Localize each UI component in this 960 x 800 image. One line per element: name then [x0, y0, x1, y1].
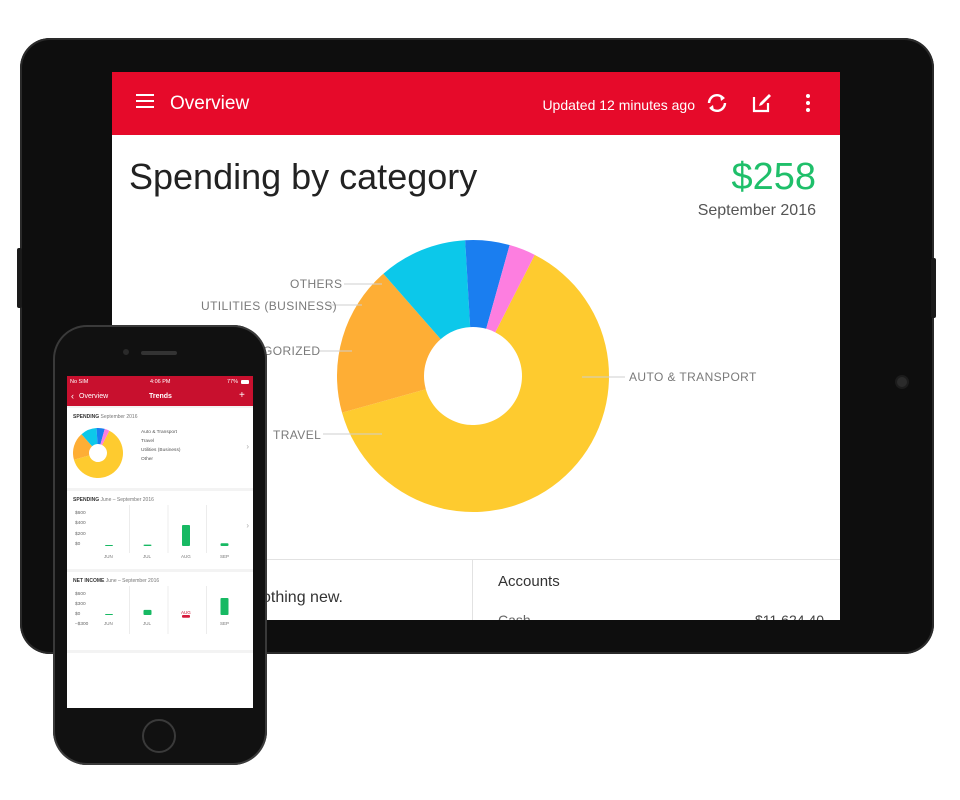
label-others: OTHERS — [290, 277, 343, 291]
phone-speaker — [141, 351, 177, 355]
bar-jun — [105, 614, 113, 615]
clock: 4:06 PM — [150, 379, 171, 385]
tablet-side-button — [931, 258, 936, 318]
legend-item: Utilities (Business) — [141, 448, 181, 453]
phone-camera — [123, 349, 129, 355]
spending-card[interactable]: SPENDING September 2016 Auto & Transport… — [67, 408, 253, 488]
home-button[interactable] — [142, 719, 176, 753]
tablet-camera — [897, 377, 907, 387]
accounts-title[interactable]: Accounts — [498, 573, 560, 590]
battery-icon — [241, 379, 249, 384]
spending-card-title: SPENDING September 2016 — [73, 414, 138, 420]
x-tick: AUG — [181, 610, 191, 615]
label-uncategorized: GORIZED — [263, 344, 321, 358]
label-auto-transport: AUTO & TRANSPORT — [629, 370, 757, 384]
column-divider — [472, 559, 473, 620]
chevron-right-icon: › — [246, 442, 249, 451]
battery-level: 77% — [227, 379, 239, 385]
add-button[interactable]: + — [239, 390, 245, 401]
bar-jul — [143, 544, 152, 546]
net-income-card[interactable]: NET INCOME June – September 2016 $600 $3… — [67, 572, 253, 650]
net-income-chart — [105, 586, 229, 634]
x-tick: SEP — [220, 554, 230, 559]
empty-area — [67, 653, 253, 708]
x-tick: JUN — [104, 554, 113, 559]
chevron-right-icon: › — [246, 521, 249, 530]
bar-aug — [182, 525, 190, 546]
phone-nav-bar: ‹ Overview Trends + — [67, 388, 253, 406]
phone-screen: No SIM 4:06 PM 77% ‹ Overview Trends + S… — [67, 376, 253, 708]
cash-account-label[interactable]: Cash — [498, 612, 531, 620]
x-tick: JUL — [143, 554, 152, 559]
label-utilities: UTILITIES (BUSINESS) — [201, 299, 338, 313]
notifications-text: othing new. — [262, 589, 343, 606]
mini-donut-chart — [73, 428, 123, 478]
cash-account-value: $11,624.40 — [754, 612, 824, 620]
legend-item: Auto & Transport — [141, 430, 177, 435]
back-link[interactable]: Overview — [79, 393, 108, 400]
x-tick: JUL — [143, 621, 152, 626]
bar-aug — [182, 615, 190, 618]
bar-sep — [220, 543, 229, 546]
bar-jun — [105, 545, 113, 546]
carrier: No SIM — [70, 379, 89, 385]
spending-trend-card[interactable]: SPENDING June – September 2016 $600 $400… — [67, 491, 253, 569]
bar-jul — [143, 609, 152, 615]
phone-status-bar: No SIM 4:06 PM 77% — [67, 376, 253, 388]
label-travel: TRAVEL — [273, 428, 322, 442]
x-tick: JUN — [104, 621, 113, 626]
phone-title: Trends — [149, 393, 172, 400]
x-tick: SEP — [220, 621, 230, 626]
back-chevron-icon[interactable]: ‹ — [71, 391, 74, 401]
legend-item: Travel — [141, 439, 155, 444]
tablet-volume-button — [17, 248, 22, 308]
bar-sep — [220, 598, 229, 615]
x-tick: AUG — [181, 554, 191, 559]
legend-item: Other — [141, 457, 153, 462]
